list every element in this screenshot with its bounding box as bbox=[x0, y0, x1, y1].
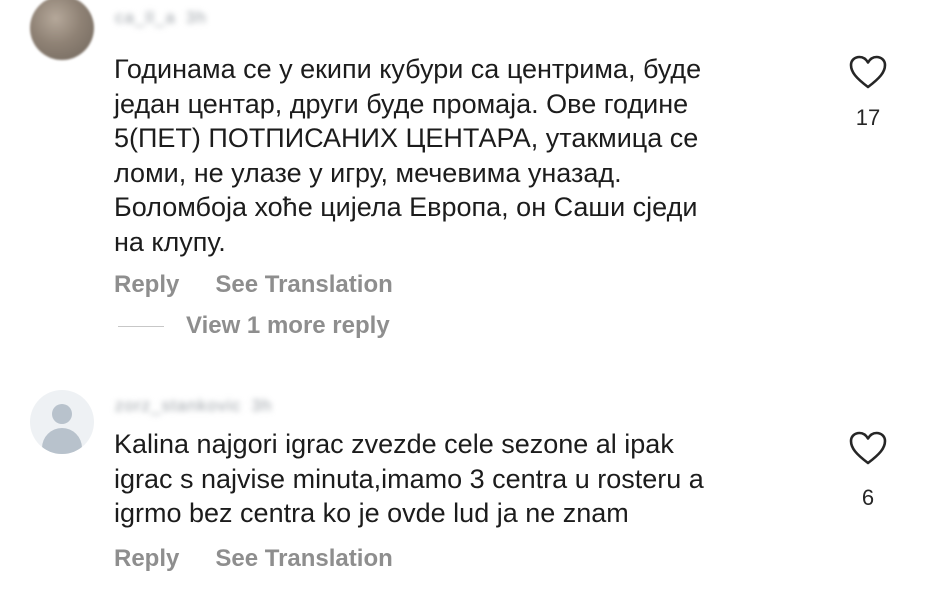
username-text[interactable]: ca_ll_a bbox=[115, 8, 176, 27]
username[interactable]: zorz_stankovic 3h bbox=[115, 396, 272, 416]
heart-outline-icon[interactable] bbox=[848, 430, 888, 466]
reply-button[interactable]: Reply bbox=[114, 271, 179, 299]
see-translation-button[interactable]: See Translation bbox=[215, 545, 392, 573]
avatar[interactable] bbox=[30, 0, 94, 60]
comment-text: Kalina najgori igrac zvezde cele sezone … bbox=[114, 429, 704, 528]
username-text[interactable]: zorz_stankovic bbox=[115, 396, 241, 415]
heart-outline-icon[interactable] bbox=[848, 54, 888, 90]
see-translation-button[interactable]: See Translation bbox=[215, 271, 392, 299]
like-area: 17 bbox=[848, 54, 888, 131]
like-count: 6 bbox=[861, 485, 875, 510]
comment-text: Годинама се у екипи кубури са центрима, … bbox=[114, 54, 702, 257]
comment-actions: Reply See Translation bbox=[114, 545, 393, 573]
avatar[interactable] bbox=[30, 390, 94, 454]
comment-actions: Reply See Translation bbox=[114, 271, 393, 299]
comment-time: 3h bbox=[251, 396, 273, 415]
reply-divider bbox=[118, 325, 164, 327]
view-more-replies[interactable]: View 1 more reply bbox=[118, 312, 390, 340]
reply-button[interactable]: Reply bbox=[114, 545, 179, 573]
username[interactable]: ca_ll_a 3h bbox=[115, 8, 207, 28]
view-more-replies-label[interactable]: View 1 more reply bbox=[186, 312, 390, 340]
default-avatar-head bbox=[52, 404, 72, 424]
like-count: 17 bbox=[855, 105, 881, 130]
comment-time: 3h bbox=[185, 8, 207, 27]
like-area: 6 bbox=[848, 430, 888, 511]
default-avatar-body bbox=[42, 428, 82, 454]
